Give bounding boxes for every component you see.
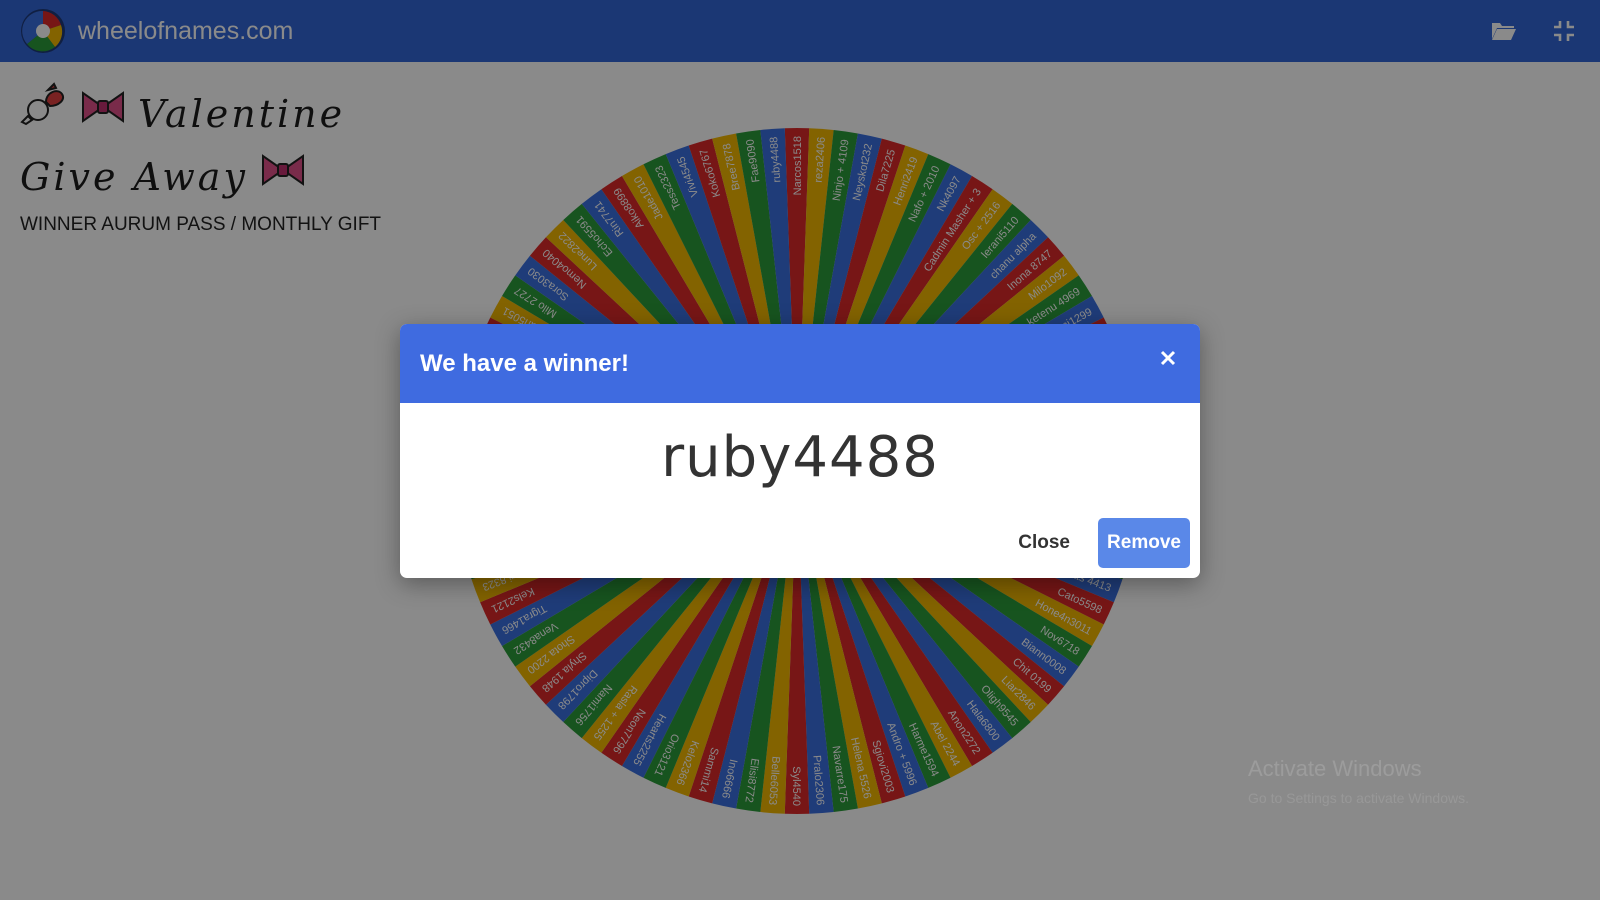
dialog-actions: Close Remove — [1014, 518, 1190, 568]
dialog-title: We have a winner! — [420, 349, 629, 377]
winner-name: ruby4488 — [661, 425, 939, 490]
close-icon — [1160, 350, 1176, 366]
remove-button[interactable]: Remove — [1098, 518, 1190, 568]
activate-windows-watermark: Activate Windows — [1248, 756, 1422, 781]
dialog-header: We have a winner! — [400, 324, 1200, 403]
winner-dialog: We have a winner! ruby4488 Close Remove — [400, 324, 1200, 578]
activate-windows-hint: Go to Settings to activate Windows. — [1248, 790, 1469, 806]
dialog-close-button[interactable] — [1156, 346, 1180, 370]
close-button[interactable]: Close — [1014, 522, 1074, 564]
